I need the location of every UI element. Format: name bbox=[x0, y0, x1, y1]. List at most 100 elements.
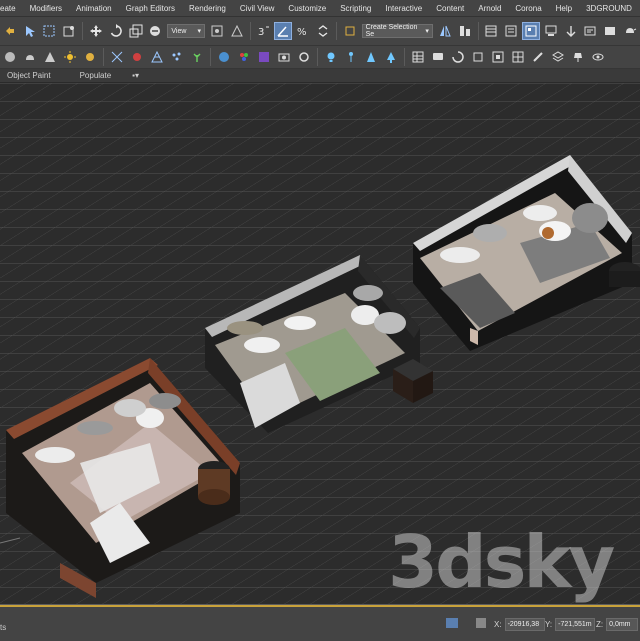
z-label: Z: bbox=[596, 620, 604, 629]
sphere-icon[interactable] bbox=[1, 48, 19, 66]
stack-icon[interactable] bbox=[549, 48, 567, 66]
toolbar-separator bbox=[404, 48, 405, 66]
pivot-icon[interactable] bbox=[208, 22, 226, 40]
bulb-icon[interactable] bbox=[322, 48, 340, 66]
plant-icon[interactable] bbox=[188, 48, 206, 66]
chevron-down-icon: ▾ bbox=[197, 28, 202, 35]
settings-icon[interactable] bbox=[295, 48, 313, 66]
material-editor-icon[interactable] bbox=[562, 22, 580, 40]
spinner-snap-icon[interactable] bbox=[314, 22, 332, 40]
toolbar-separator bbox=[477, 22, 479, 40]
view-dropdown-label: View bbox=[171, 27, 187, 35]
curve-editor-icon[interactable] bbox=[522, 22, 540, 40]
material-red-icon[interactable] bbox=[128, 48, 146, 66]
table-icon[interactable] bbox=[409, 48, 427, 66]
chat-icon[interactable] bbox=[429, 48, 447, 66]
svg-text:%: % bbox=[297, 27, 307, 38]
color-palette-icon[interactable] bbox=[235, 48, 253, 66]
toolbar-separator bbox=[82, 22, 84, 40]
chevron-down-icon: ▾ bbox=[425, 28, 429, 35]
render-setup-icon[interactable] bbox=[582, 22, 600, 40]
absolute-mode-icon[interactable] bbox=[476, 618, 486, 628]
menu-modifiers[interactable]: Modifiers bbox=[23, 4, 69, 13]
move-icon[interactable] bbox=[87, 22, 105, 40]
mirror-icon[interactable] bbox=[436, 22, 454, 40]
menu-3dground[interactable]: 3DGROUND bbox=[579, 4, 639, 13]
frame-icon[interactable] bbox=[469, 48, 487, 66]
toggle-ribbon-icon[interactable] bbox=[502, 22, 520, 40]
light-icon[interactable] bbox=[81, 48, 99, 66]
teapot-icon[interactable] bbox=[21, 48, 39, 66]
z-value-field[interactable]: 0,0mm bbox=[606, 618, 639, 631]
menu-arnold[interactable]: Arnold bbox=[471, 4, 508, 13]
render-frame-icon[interactable] bbox=[601, 22, 619, 40]
snaps-toggle-icon[interactable]: 3 bbox=[255, 22, 273, 40]
percent-snap-icon[interactable]: % bbox=[294, 22, 312, 40]
select-region-icon[interactable] bbox=[41, 22, 59, 40]
undo-icon[interactable] bbox=[1, 22, 19, 40]
menu-corona[interactable]: Corona bbox=[508, 4, 548, 13]
select-and-place-icon[interactable] bbox=[147, 22, 165, 40]
particle-icon[interactable] bbox=[168, 48, 186, 66]
menu-scripting[interactable]: Scripting bbox=[333, 4, 378, 13]
eye-icon[interactable] bbox=[589, 48, 607, 66]
camera-icon[interactable] bbox=[275, 48, 293, 66]
selection-set-dropdown[interactable]: Create Selection Se ▾ bbox=[361, 24, 433, 38]
layers-icon[interactable] bbox=[489, 48, 507, 66]
toolbar-separator bbox=[335, 22, 337, 40]
lamp-icon[interactable] bbox=[569, 48, 587, 66]
cone-light-icon[interactable] bbox=[362, 48, 380, 66]
bone-icon[interactable] bbox=[529, 48, 547, 66]
render-preview-icon[interactable] bbox=[255, 48, 273, 66]
menu-content[interactable]: Content bbox=[429, 4, 471, 13]
menu-help[interactable]: Help bbox=[549, 4, 579, 13]
menu-edit[interactable]: eate bbox=[0, 4, 23, 13]
pin-icon[interactable] bbox=[342, 48, 360, 66]
status-tool-icons bbox=[446, 618, 492, 628]
status-prompt: ts bbox=[0, 623, 7, 632]
menu-interactive[interactable]: Interactive bbox=[378, 4, 429, 13]
angle-snap-icon[interactable] bbox=[274, 22, 293, 40]
teapot-icon[interactable] bbox=[621, 22, 639, 40]
window-crossing-icon[interactable] bbox=[60, 22, 78, 40]
status-bar: ts X: -20916,38 Y: -721,551m Z: 0,0mm bbox=[0, 604, 640, 641]
grid-dots-icon[interactable] bbox=[108, 48, 126, 66]
tab-populate[interactable]: Populate bbox=[58, 71, 119, 80]
menu-civil-view[interactable]: Civil View bbox=[233, 4, 282, 13]
rotate-icon[interactable] bbox=[107, 22, 125, 40]
edit-named-selection-icon[interactable] bbox=[341, 22, 359, 40]
x-value-field[interactable]: -20916,38 bbox=[504, 618, 545, 631]
pouf-round[interactable] bbox=[609, 262, 640, 287]
secondary-toolbar bbox=[0, 46, 640, 69]
ribbon-options-icon[interactable]: ▪▾ bbox=[118, 71, 146, 80]
tree-icon[interactable] bbox=[382, 48, 400, 66]
globe-icon[interactable] bbox=[215, 48, 233, 66]
perspective-viewport[interactable] bbox=[0, 83, 640, 604]
main-toolbar: View ▾ 3 % Create Selection Se ▾ bbox=[0, 17, 640, 46]
selection-lock-icon[interactable] bbox=[446, 618, 458, 628]
menu-animation[interactable]: Animation bbox=[69, 4, 119, 13]
view-dropdown[interactable]: View ▾ bbox=[167, 24, 206, 38]
side-table-round[interactable] bbox=[198, 461, 230, 505]
menu-rendering[interactable]: Rendering bbox=[182, 4, 233, 13]
cone-icon[interactable] bbox=[41, 48, 59, 66]
wireframe-icon[interactable] bbox=[148, 48, 166, 66]
grid-icon[interactable] bbox=[509, 48, 527, 66]
sun-icon[interactable] bbox=[61, 48, 79, 66]
timeline-bar[interactable] bbox=[0, 605, 640, 607]
menu-customize[interactable]: Customize bbox=[281, 4, 333, 13]
layer-explorer-icon[interactable] bbox=[482, 22, 500, 40]
scale-icon[interactable] bbox=[127, 22, 145, 40]
select-manipulate-icon[interactable] bbox=[228, 22, 246, 40]
menu-graph-editors[interactable]: Graph Editors bbox=[119, 4, 182, 13]
ribbon-tabs: Object Paint Populate ▪▾ bbox=[0, 69, 640, 83]
schematic-view-icon[interactable] bbox=[542, 22, 560, 40]
viewport-scene bbox=[0, 83, 640, 604]
svg-text:3: 3 bbox=[258, 27, 264, 38]
select-icon[interactable] bbox=[21, 22, 39, 40]
refresh-icon[interactable] bbox=[449, 48, 467, 66]
tab-object-paint[interactable]: Object Paint bbox=[0, 71, 58, 80]
y-value-field[interactable]: -721,551m bbox=[555, 618, 596, 631]
z-coordinate: Z: 0,0mm bbox=[596, 618, 639, 631]
align-icon[interactable] bbox=[456, 22, 474, 40]
